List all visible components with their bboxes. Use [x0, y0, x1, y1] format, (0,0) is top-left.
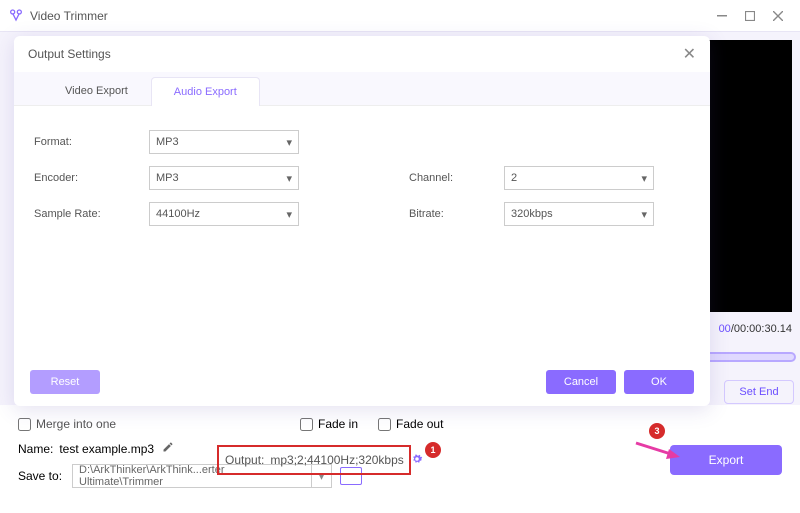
- bitrate-dropdown[interactable]: 320kbps▾: [504, 202, 654, 226]
- merge-label[interactable]: Merge into one: [36, 417, 116, 431]
- fadein-checkbox[interactable]: [300, 418, 313, 431]
- output-value: mp3;2;44100Hz;320kbps: [270, 453, 403, 467]
- output-box: Output: mp3;2;44100Hz;320kbps: [217, 445, 411, 475]
- ok-button[interactable]: OK: [624, 370, 694, 394]
- annotation-badge-1: 1: [425, 442, 441, 458]
- export-button[interactable]: Export: [670, 445, 782, 475]
- edit-name-icon[interactable]: [162, 441, 174, 456]
- cancel-button[interactable]: Cancel: [546, 370, 616, 394]
- merge-checkbox[interactable]: [18, 418, 31, 431]
- encoder-dropdown[interactable]: MP3▾: [149, 166, 299, 190]
- channel-label: Channel:: [409, 172, 504, 184]
- fadeout-label[interactable]: Fade out: [396, 417, 443, 431]
- minimize-button[interactable]: [708, 2, 736, 30]
- annotation-badge-3: 3: [649, 423, 665, 439]
- close-button[interactable]: [764, 2, 792, 30]
- name-label: Name:: [18, 442, 53, 456]
- output-settings-modal: Output Settings ✕ Video Export Audio Exp…: [14, 36, 710, 406]
- fadeout-checkbox[interactable]: [378, 418, 391, 431]
- titlebar: Video Trimmer: [0, 0, 800, 32]
- samplerate-dropdown[interactable]: 44100Hz▾: [149, 202, 299, 226]
- maximize-button[interactable]: [736, 2, 764, 30]
- app-logo-icon: [8, 8, 24, 24]
- bitrate-label: Bitrate:: [409, 208, 504, 220]
- modal-title: Output Settings: [28, 47, 111, 61]
- format-label: Format:: [34, 136, 149, 148]
- format-dropdown[interactable]: MP3▾: [149, 130, 299, 154]
- output-settings-icon[interactable]: [410, 452, 424, 469]
- modal-close-icon[interactable]: ✕: [683, 44, 696, 64]
- encoder-label: Encoder:: [34, 172, 149, 184]
- samplerate-label: Sample Rate:: [34, 208, 149, 220]
- fadein-label[interactable]: Fade in: [318, 417, 358, 431]
- bottom-panel: Merge into one Fade in Fade out Name: te…: [0, 405, 800, 513]
- saveto-label: Save to:: [18, 469, 62, 483]
- tab-audio-export[interactable]: Audio Export: [151, 77, 260, 106]
- tab-video-export[interactable]: Video Export: [42, 76, 151, 105]
- name-value: test example.mp3: [59, 442, 154, 456]
- channel-dropdown[interactable]: 2▾: [504, 166, 654, 190]
- timecode: 00/00:00:30.14: [719, 323, 792, 335]
- output-label: Output:: [225, 453, 264, 467]
- set-end-button[interactable]: Set End: [724, 380, 794, 404]
- app-title: Video Trimmer: [30, 9, 108, 23]
- reset-button[interactable]: Reset: [30, 370, 100, 394]
